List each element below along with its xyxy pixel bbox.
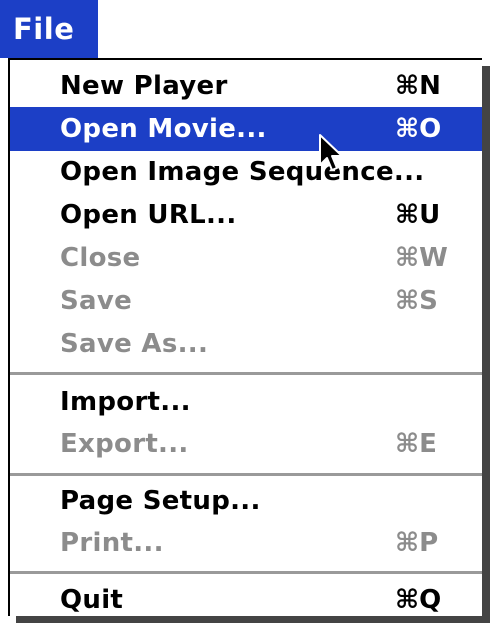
menu-item-label: Open Movie... bbox=[60, 114, 267, 144]
menu-item-open-movie[interactable]: Open Movie... ⌘O bbox=[10, 107, 482, 151]
menu-item-save: Save ⌘S bbox=[10, 279, 482, 323]
menu-item-shortcut: ⌘W bbox=[395, 243, 448, 273]
menu-item-print: Print... ⌘P bbox=[10, 521, 482, 565]
menu-item-label: Print... bbox=[60, 528, 164, 558]
menu-item-label: Open Image Sequence... bbox=[60, 157, 425, 187]
menu-item-new-player[interactable]: New Player ⌘N bbox=[10, 64, 482, 108]
menu-item-page-setup[interactable]: Page Setup... bbox=[10, 479, 482, 523]
menu-item-label: Quit bbox=[60, 585, 124, 615]
menu-item-open-image-sequence[interactable]: Open Image Sequence... bbox=[10, 150, 482, 194]
menu-item-export: Export... ⌘E bbox=[10, 422, 482, 466]
file-menu-title[interactable]: File bbox=[0, 0, 98, 58]
menu-item-shortcut: ⌘O bbox=[395, 114, 442, 144]
menu-separator bbox=[10, 571, 482, 574]
menu-item-label: Save bbox=[60, 286, 133, 316]
menu-item-shortcut: ⌘Q bbox=[395, 585, 442, 615]
menu-separator bbox=[10, 473, 482, 476]
menu-item-shortcut: ⌘P bbox=[395, 528, 439, 558]
menu-item-label: Close bbox=[60, 243, 141, 273]
menu-item-label: Export... bbox=[60, 429, 189, 459]
file-menu-dropdown: New Player ⌘N Open Movie... ⌘O Open Imag… bbox=[8, 58, 482, 616]
menu-item-label: Save As... bbox=[60, 329, 209, 359]
menu-item-label: New Player bbox=[60, 71, 228, 101]
menu-item-label: Page Setup... bbox=[60, 486, 261, 516]
menu-item-label: Import... bbox=[60, 387, 191, 417]
menu-item-shortcut: ⌘U bbox=[395, 200, 441, 230]
menu-separator bbox=[10, 372, 482, 375]
menu-item-save-as: Save As... bbox=[10, 322, 482, 366]
menu-item-shortcut: ⌘S bbox=[395, 286, 438, 316]
menu-item-shortcut: ⌘E bbox=[395, 429, 437, 459]
menu-item-quit[interactable]: Quit ⌘Q bbox=[10, 578, 482, 622]
menu-item-close: Close ⌘W bbox=[10, 236, 482, 280]
menu-item-import[interactable]: Import... bbox=[10, 380, 482, 424]
menu-item-label: Open URL... bbox=[60, 200, 237, 230]
arrow-pointer-icon bbox=[319, 134, 343, 171]
menu-item-shortcut: ⌘N bbox=[395, 71, 441, 101]
menu-item-open-url[interactable]: Open URL... ⌘U bbox=[10, 193, 482, 237]
